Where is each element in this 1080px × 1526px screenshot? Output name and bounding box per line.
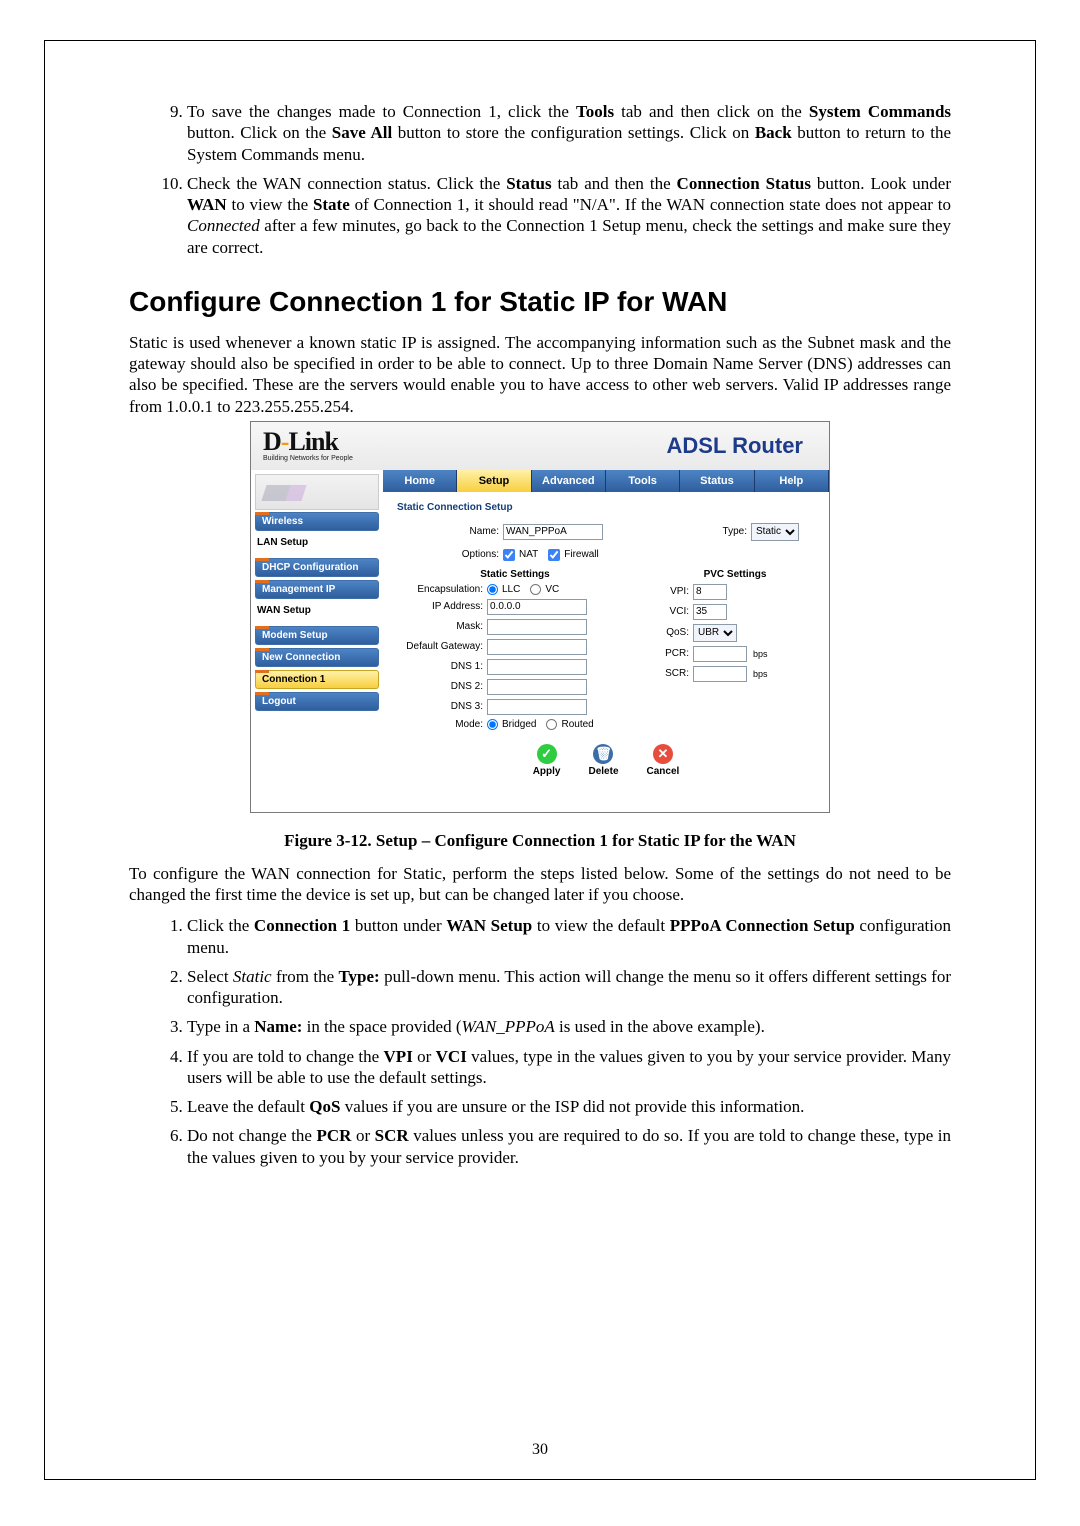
radio-bridged[interactable] [487,719,498,730]
label-mode: Mode: [397,719,483,730]
nav-dhcp-configuration[interactable]: DHCP Configuration [255,558,379,577]
brand-tagline: Building Networks for People [263,455,353,462]
step-b3: Type in a Name: in the space provided (W… [187,1016,951,1037]
nav-group-wan: WAN Setup [257,605,379,616]
label-routed: Routed [561,719,593,730]
input-vci[interactable] [693,604,727,620]
input-dns3[interactable] [487,699,587,715]
label-dns1: DNS 1: [397,661,483,672]
label-ip: IP Address: [397,601,483,612]
checkbox-firewall[interactable] [548,549,560,561]
cancel-label: Cancel [647,766,680,777]
input-ip[interactable] [487,599,587,615]
nav-connection-1[interactable]: Connection 1 [255,670,379,689]
select-type[interactable]: Static [751,523,799,541]
cancel-button[interactable]: ✕ Cancel [647,744,680,777]
input-vpi[interactable] [693,584,727,600]
wireless-thumbnail [255,474,379,510]
label-dns3: DNS 3: [397,701,483,712]
radio-llc[interactable] [487,584,498,595]
step-b6: Do not change the PCR or SCR values unle… [187,1125,951,1168]
step-b2: Select Static from the Type: pull-down m… [187,966,951,1009]
nav-management-ip[interactable]: Management IP [255,580,379,599]
router-header: D-Link Building Networks for People ADSL… [251,422,829,470]
step-b5: Leave the default QoS values if you are … [187,1096,951,1117]
radio-routed[interactable] [546,719,557,730]
step-9: To save the changes made to Connection 1… [187,101,951,165]
nav-logout[interactable]: Logout [255,692,379,711]
tab-home[interactable]: Home [383,470,457,492]
label-scr: SCR: [655,668,689,679]
check-icon: ✓ [537,744,557,764]
trash-icon: 🗑 [593,744,613,764]
label-bridged: Bridged [502,719,536,730]
nav-wireless[interactable]: Wireless [255,512,379,531]
apply-label: Apply [533,766,561,777]
label-llc: LLC [502,584,520,595]
page-number: 30 [129,1421,951,1459]
input-pcr[interactable] [693,646,747,662]
close-icon: ✕ [653,744,673,764]
tab-setup[interactable]: Setup [457,470,531,492]
tab-status[interactable]: Status [680,470,754,492]
apply-button[interactable]: ✓ Apply [533,744,561,777]
label-vc: VC [545,584,559,595]
label-vci: VCI: [655,606,689,617]
pvc-settings-title: PVC Settings [655,569,815,580]
step-10: Check the WAN connection status. Click t… [187,173,951,258]
label-firewall: Firewall [564,549,598,560]
checkbox-nat[interactable] [503,549,515,561]
figure-caption: Figure 3-12. Setup – Configure Connectio… [129,831,951,851]
input-name[interactable] [503,524,603,540]
input-gateway[interactable] [487,639,587,655]
input-dns1[interactable] [487,659,587,675]
delete-button[interactable]: 🗑 Delete [588,744,618,777]
unit-bps-scr: bps [753,669,768,679]
label-options: Options: [413,549,499,560]
router-title: ADSL Router [667,433,804,459]
brand-logo: D-Link [263,429,353,455]
label-name: Name: [413,526,499,537]
delete-label: Delete [588,766,618,777]
step-b1: Click the Connection 1 button under WAN … [187,915,951,958]
input-scr[interactable] [693,666,747,682]
tab-advanced[interactable]: Advanced [532,470,606,492]
tab-tools[interactable]: Tools [606,470,680,492]
label-gateway: Default Gateway: [397,641,483,652]
step-b4: If you are told to change the VPI or VCI… [187,1046,951,1089]
tab-help[interactable]: Help [755,470,829,492]
section-title: Static Connection Setup [397,502,815,513]
static-settings-title: Static Settings [397,569,633,580]
intro-paragraph: Static is used whenever a known static I… [129,332,951,417]
label-pcr: PCR: [655,648,689,659]
section-heading: Configure Connection 1 for Static IP for… [129,286,951,318]
input-dns2[interactable] [487,679,587,695]
after-caption-paragraph: To configure the WAN connection for Stat… [129,863,951,906]
input-mask[interactable] [487,619,587,635]
select-qos[interactable]: UBR [693,624,737,642]
router-screenshot: D-Link Building Networks for People ADSL… [250,421,830,813]
radio-vc[interactable] [530,584,541,595]
label-nat: NAT [519,549,538,560]
nav-modem-setup[interactable]: Modem Setup [255,626,379,645]
label-encapsulation: Encapsulation: [397,584,483,595]
label-type: Type: [707,526,747,537]
label-vpi: VPI: [655,586,689,597]
nav-group-lan: LAN Setup [257,537,379,548]
label-dns2: DNS 2: [397,681,483,692]
label-qos: QoS: [655,627,689,638]
label-mask: Mask: [397,621,483,632]
unit-bps-pcr: bps [753,649,768,659]
nav-new-connection[interactable]: New Connection [255,648,379,667]
